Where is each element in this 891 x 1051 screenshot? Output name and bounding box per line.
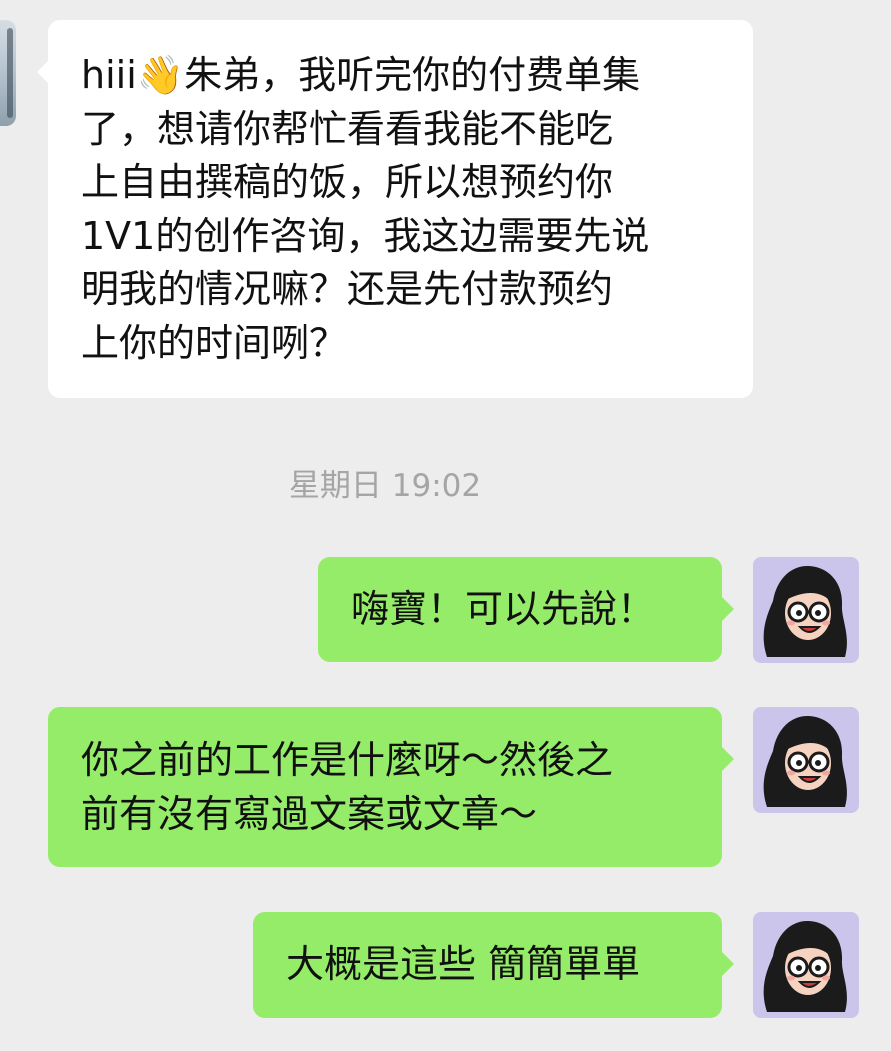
outgoing-message-bubble[interactable]: 嗨寶！可以先說！: [318, 557, 734, 662]
bubble-tail: [722, 952, 734, 976]
cartoon-girl-with-glasses-icon: [763, 920, 847, 1012]
message-line: 明我的情况嘛？还是先付款预约: [81, 267, 614, 311]
outgoing-message-bubble[interactable]: 你之前的工作是什麼呀～然後之 前有沒有寫過文案或文章～: [48, 707, 734, 867]
message-line: 你之前的工作是什麼呀～然後之: [81, 738, 614, 782]
message-line: 嗨寶！可以先說！: [351, 587, 656, 631]
message-line: 上自由撰稿的饭，所以想预约你: [81, 160, 614, 204]
message-line: 了，想请你帮忙看看我能不能吃: [81, 106, 614, 151]
bubble-tail: [722, 747, 734, 771]
bubble-tail: [37, 60, 49, 84]
self-avatar[interactable]: [753, 707, 859, 813]
self-avatar[interactable]: [753, 557, 859, 663]
waving-hand-icon: 👋: [136, 53, 185, 97]
message-line: 上你的时间咧？: [81, 320, 348, 365]
message-line: hiii👋朱弟，我听完你的付费单集: [81, 49, 753, 103]
outgoing-message-bubble[interactable]: 大概是這些 簡簡單單: [253, 912, 734, 1018]
cartoon-girl-with-glasses-icon: [763, 565, 847, 657]
self-avatar[interactable]: [753, 912, 859, 1018]
contact-avatar[interactable]: [0, 20, 16, 126]
bubble-tail: [722, 597, 734, 621]
cartoon-girl-with-glasses-icon: [763, 715, 847, 807]
message-timestamp: 星期日 19:02: [288, 468, 482, 504]
incoming-message-bubble[interactable]: hiii👋朱弟，我听完你的付费单集 了，想请你帮忙看看我能不能吃 上自由撰稿的饭…: [37, 20, 753, 398]
message-line: 前有沒有寫過文案或文章～: [81, 791, 538, 836]
message-line: 大概是這些 簡簡單單: [286, 942, 641, 986]
message-line: 1V1的创作咨询，我这边需要先说: [81, 213, 650, 258]
chat-thread: hiii👋朱弟，我听完你的付费单集 了，想请你帮忙看看我能不能吃 上自由撰稿的饭…: [0, 0, 891, 1051]
